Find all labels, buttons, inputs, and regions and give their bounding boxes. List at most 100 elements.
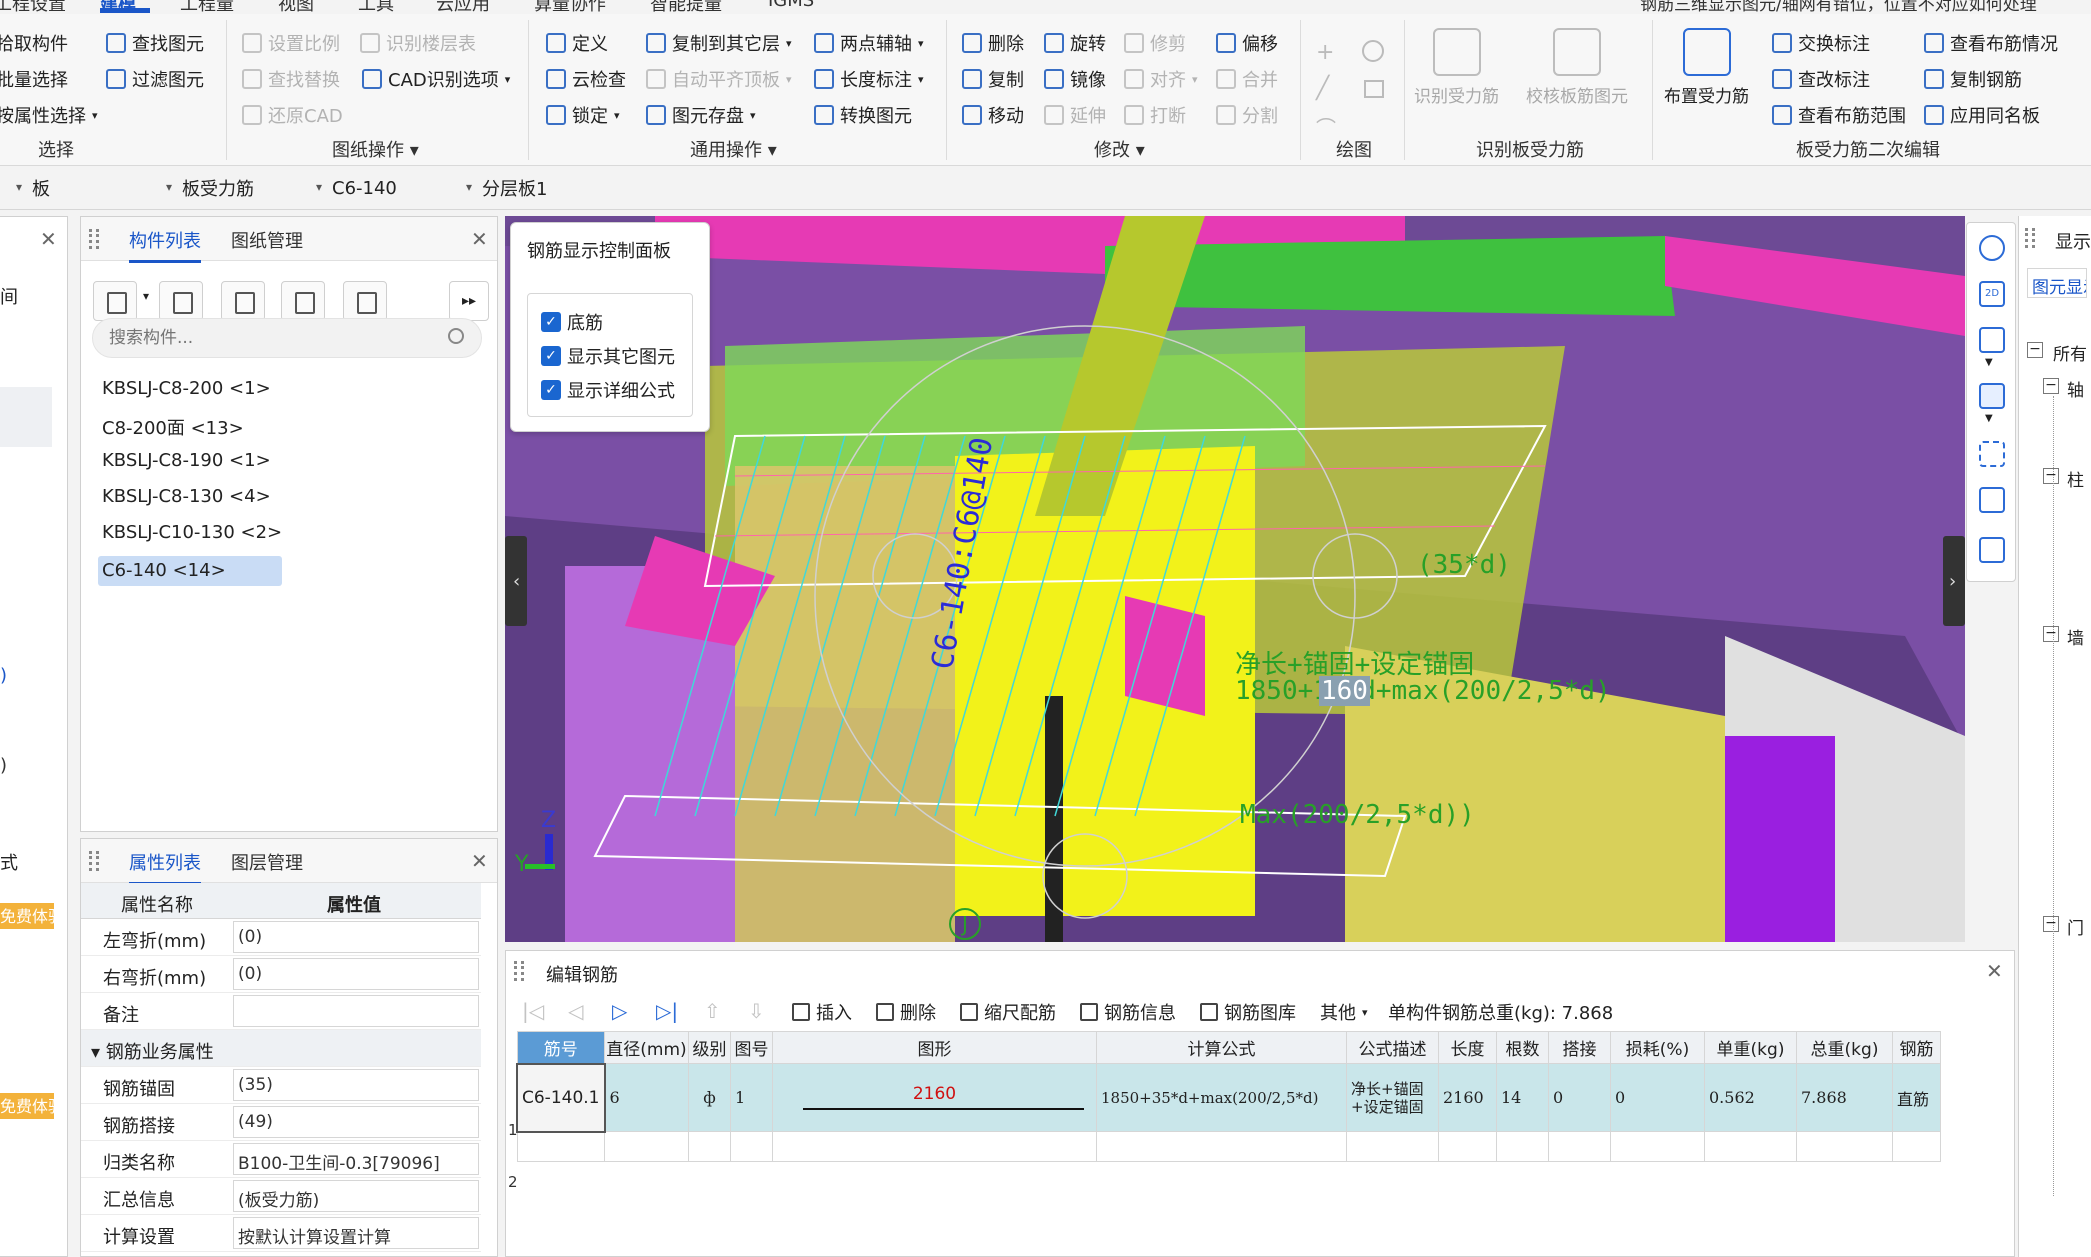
- move-up-icon[interactable]: ⇧: [704, 999, 721, 1023]
- expand-icon[interactable]: ▸▸: [449, 281, 489, 321]
- copy-rebar-button[interactable]: 复制钢筋: [1924, 66, 2022, 92]
- prev-row-icon[interactable]: ◁: [568, 999, 583, 1023]
- delete-row-button[interactable]: 删除: [876, 999, 936, 1025]
- close-icon[interactable]: ✕: [471, 227, 488, 251]
- tree-toggle[interactable]: −: [2043, 468, 2059, 484]
- draw-circle-icon[interactable]: [1362, 40, 1384, 62]
- place-rebar-button[interactable]: 布置受力筋: [1664, 28, 1749, 107]
- set-scale-button[interactable]: 设置比例: [242, 30, 340, 56]
- tree-toggle[interactable]: −: [2043, 626, 2059, 642]
- 3d-viewport[interactable]: C6-140:C6@140 (35*d) 净长+锚固+设定锚固 1850+160…: [505, 216, 1965, 942]
- property-value-field[interactable]: (0): [233, 958, 479, 990]
- col-header[interactable]: 图形: [772, 1031, 1097, 1064]
- rotate-button[interactable]: 旋转: [1044, 30, 1106, 56]
- tree-item-door[interactable]: 门: [2067, 914, 2084, 939]
- empty-cell[interactable]: [1892, 1131, 1941, 1162]
- empty-cell[interactable]: [1796, 1131, 1893, 1162]
- list-item[interactable]: KBSLJ-C10-130 <2>: [102, 522, 282, 543]
- grade-cell[interactable]: ф: [688, 1063, 731, 1132]
- col-header[interactable]: 根数: [1496, 1031, 1549, 1064]
- empty-cell[interactable]: [1438, 1131, 1497, 1162]
- new-component-button[interactable]: [93, 281, 137, 321]
- col-header[interactable]: 长度: [1438, 1031, 1497, 1064]
- property-value-field[interactable]: (35): [233, 1069, 479, 1101]
- filter-element-button[interactable]: 过滤图元: [106, 66, 204, 92]
- show-detailed-formula-checkbox[interactable]: ✓ 显示详细公式: [541, 377, 675, 403]
- drag-handle[interactable]: [514, 961, 524, 981]
- tab-property-list[interactable]: 属性列表: [129, 849, 201, 885]
- empty-cell[interactable]: [730, 1131, 773, 1162]
- cad-identify-options-button[interactable]: CAD识别选项 ▾: [362, 66, 510, 92]
- next-row-icon[interactable]: ▷: [612, 999, 627, 1023]
- table-row[interactable]: C6-140.1 6 ф 1 2160 1850+35*d+max(200/2,…: [516, 1062, 1941, 1133]
- figure-no-cell[interactable]: 1: [730, 1063, 773, 1132]
- scale-rebar-button[interactable]: 缩尺配筋: [960, 999, 1056, 1025]
- col-header[interactable]: 总重(kg): [1796, 1031, 1893, 1064]
- tab-component-list[interactable]: 构件列表: [129, 227, 201, 263]
- rebar-library-button[interactable]: 钢筋图库: [1200, 999, 1296, 1025]
- property-value-field[interactable]: (49): [233, 1106, 479, 1138]
- display-mode-icon[interactable]: [1979, 487, 2005, 513]
- free-trial-tag[interactable]: 免费体验: [0, 1093, 54, 1119]
- rebar-id-cell[interactable]: C6-140.1: [516, 1062, 606, 1133]
- tree-item-column[interactable]: 柱: [2067, 466, 2084, 491]
- property-value-field[interactable]: B100-卫生间-0.3[79096]: [233, 1143, 479, 1175]
- diameter-cell[interactable]: 6: [604, 1063, 689, 1132]
- menu-view[interactable]: 视图: [278, 0, 314, 14]
- swap-annotation-button[interactable]: 交换标注: [1772, 30, 1870, 56]
- layer-copy-button[interactable]: [281, 281, 325, 321]
- table-row-empty[interactable]: [516, 1131, 1941, 1162]
- empty-cell[interactable]: [772, 1131, 1097, 1162]
- empty-cell[interactable]: [604, 1131, 689, 1162]
- count-cell[interactable]: 14: [1496, 1063, 1549, 1132]
- collapse-right-icon[interactable]: ›: [1949, 571, 1956, 592]
- menu-igms[interactable]: IGMS: [768, 0, 814, 11]
- col-header[interactable]: 筋号: [516, 1031, 605, 1064]
- tree-toggle[interactable]: −: [2027, 342, 2043, 358]
- extend-button[interactable]: 延伸: [1044, 102, 1106, 128]
- unit-weight-cell[interactable]: 0.562: [1704, 1063, 1797, 1132]
- align-button[interactable]: 对齐 ▾: [1124, 66, 1198, 92]
- tab-layer-management[interactable]: 图层管理: [231, 849, 303, 875]
- last-row-icon[interactable]: ▷|: [656, 999, 678, 1023]
- length-dimension-button[interactable]: 长度标注 ▾: [814, 66, 924, 92]
- menu-quantity[interactable]: 工程量: [180, 0, 234, 14]
- copy-button[interactable]: 复制: [962, 66, 1024, 92]
- select-by-property-button[interactable]: 按属性选择 ▾: [0, 102, 98, 128]
- identify-floor-table-button[interactable]: 识别楼层表: [360, 30, 476, 56]
- find-replace-button[interactable]: 查找替换: [242, 66, 340, 92]
- chevron-down-icon[interactable]: ▼: [1985, 413, 1993, 424]
- list-item[interactable]: C8-200面 <13>: [102, 414, 244, 440]
- property-value-field[interactable]: 按默认计算设置计算: [233, 1217, 479, 1249]
- define-button[interactable]: 定义: [546, 30, 608, 56]
- empty-cell[interactable]: [1548, 1131, 1611, 1162]
- close-icon[interactable]: ✕: [471, 849, 488, 873]
- empty-cell[interactable]: [1346, 1131, 1439, 1162]
- layer-selector[interactable]: 分层板1: [482, 174, 622, 202]
- menu-project-settings[interactable]: 工程设置: [0, 0, 66, 14]
- offset-button[interactable]: 偏移: [1216, 30, 1278, 56]
- auto-align-top-button[interactable]: 自动平齐顶板 ▾: [646, 66, 792, 92]
- chevron-down-icon[interactable]: ▾: [143, 289, 149, 303]
- formula-cell[interactable]: 1850+35*d+max(200/2,5*d): [1096, 1063, 1347, 1132]
- collapse-left-icon[interactable]: ‹: [513, 571, 520, 592]
- col-header[interactable]: 损耗(%): [1610, 1031, 1705, 1064]
- bottom-rebar-checkbox[interactable]: ✓ 底筋: [541, 309, 603, 335]
- col-header[interactable]: 公式描述: [1346, 1031, 1439, 1064]
- first-row-icon[interactable]: |◁: [522, 999, 544, 1023]
- empty-cell[interactable]: [1096, 1131, 1347, 1162]
- tab-element-display[interactable]: 图元显示: [2027, 268, 2087, 298]
- rebar-info-button[interactable]: 钢筋信息: [1080, 999, 1176, 1025]
- draw-line-icon[interactable]: ╱: [1316, 76, 1329, 101]
- copy-component-button[interactable]: [159, 281, 203, 321]
- col-header[interactable]: 直径(mm): [604, 1031, 689, 1064]
- col-header[interactable]: 搭接: [1548, 1031, 1611, 1064]
- trim-button[interactable]: 修剪: [1124, 30, 1186, 56]
- property-group-row[interactable]: ▾ 钢筋业务属性: [81, 1030, 481, 1067]
- free-trial-tag[interactable]: 免费体验: [0, 903, 54, 929]
- break-button[interactable]: 打断: [1124, 102, 1186, 128]
- tree-toggle[interactable]: −: [2043, 378, 2059, 394]
- drag-handle[interactable]: [2025, 228, 2035, 248]
- drag-handle[interactable]: [89, 851, 99, 871]
- property-value-field[interactable]: (板受力筋): [233, 1180, 479, 1212]
